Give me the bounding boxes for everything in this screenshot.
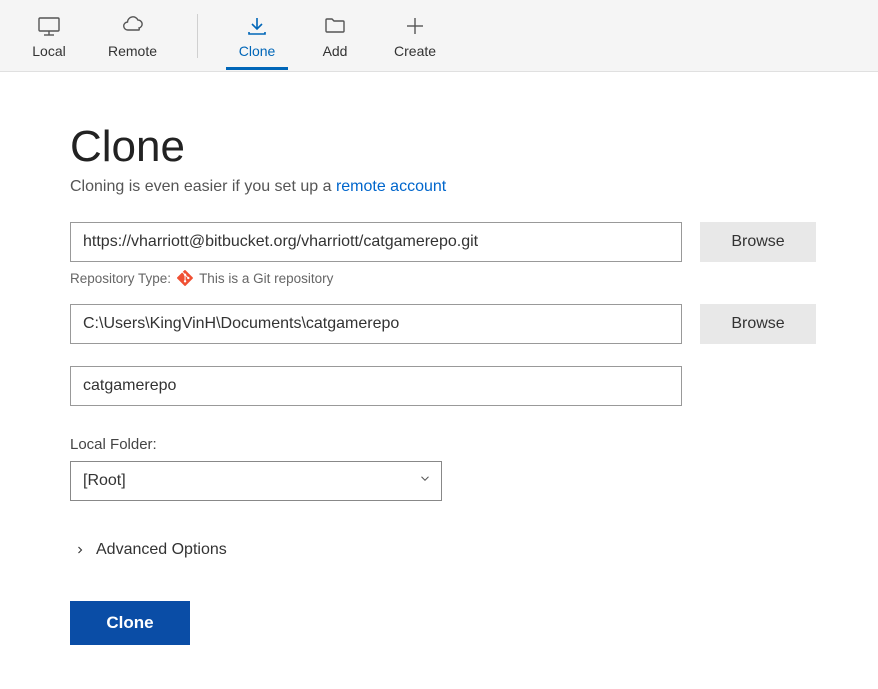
dest-path-input[interactable]: [70, 304, 682, 344]
tab-label: Local: [32, 43, 65, 59]
tab-local[interactable]: Local: [10, 0, 88, 70]
repo-type-text: This is a Git repository: [199, 271, 333, 286]
git-icon: [177, 270, 193, 286]
monitor-icon: [36, 13, 62, 39]
tab-add[interactable]: Add: [296, 0, 374, 70]
tab-label: Clone: [239, 43, 276, 59]
repo-type-line: Repository Type: This is a Git repositor…: [70, 270, 818, 286]
local-folder-select-wrap: [70, 461, 442, 501]
browse-url-button[interactable]: Browse: [700, 222, 816, 262]
content-area: Clone Cloning is even easier if you set …: [0, 72, 878, 675]
page-title: Clone: [70, 122, 818, 172]
advanced-options-label: Advanced Options: [96, 541, 227, 559]
tab-label: Create: [394, 43, 436, 59]
tab-clone[interactable]: Clone: [218, 0, 296, 70]
dest-path-row: Browse: [70, 304, 818, 344]
repo-url-input[interactable]: [70, 222, 682, 262]
tab-remote[interactable]: Remote: [88, 0, 177, 70]
repo-name-input[interactable]: [70, 366, 682, 406]
folder-icon: [322, 13, 348, 39]
cloud-icon: [120, 13, 146, 39]
subtitle-text: Cloning is even easier if you set up a: [70, 178, 336, 195]
local-folder-label: Local Folder:: [70, 436, 818, 453]
plus-icon: [402, 13, 428, 39]
repo-url-row: Browse: [70, 222, 818, 262]
tab-label: Remote: [108, 43, 157, 59]
local-folder-select[interactable]: [70, 461, 442, 501]
toolbar: Local Remote Clone Add: [0, 0, 878, 72]
clone-button[interactable]: Clone: [70, 601, 190, 645]
browse-path-button[interactable]: Browse: [700, 304, 816, 344]
toolbar-separator: [197, 14, 198, 58]
download-icon: [244, 13, 270, 39]
tab-label: Add: [323, 43, 348, 59]
repo-type-label: Repository Type:: [70, 271, 171, 286]
chevron-right-icon: [74, 544, 86, 556]
advanced-options-toggle[interactable]: Advanced Options: [70, 541, 818, 559]
tab-create[interactable]: Create: [374, 0, 456, 70]
remote-account-link[interactable]: remote account: [336, 178, 446, 195]
subtitle: Cloning is even easier if you set up a r…: [70, 178, 818, 196]
